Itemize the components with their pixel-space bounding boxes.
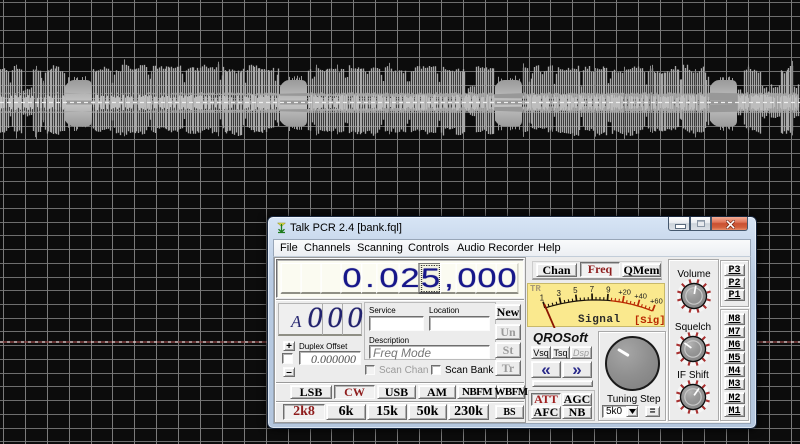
svg-text:7: 7 <box>590 285 595 294</box>
svg-text:1: 1 <box>540 294 545 303</box>
svg-text:+20: +20 <box>618 288 631 297</box>
svg-text:+60: +60 <box>650 297 663 306</box>
svg-text:+40: +40 <box>634 291 647 300</box>
svg-text:5: 5 <box>573 286 578 295</box>
svg-text:9: 9 <box>606 285 611 294</box>
svg-text:3: 3 <box>556 289 561 298</box>
